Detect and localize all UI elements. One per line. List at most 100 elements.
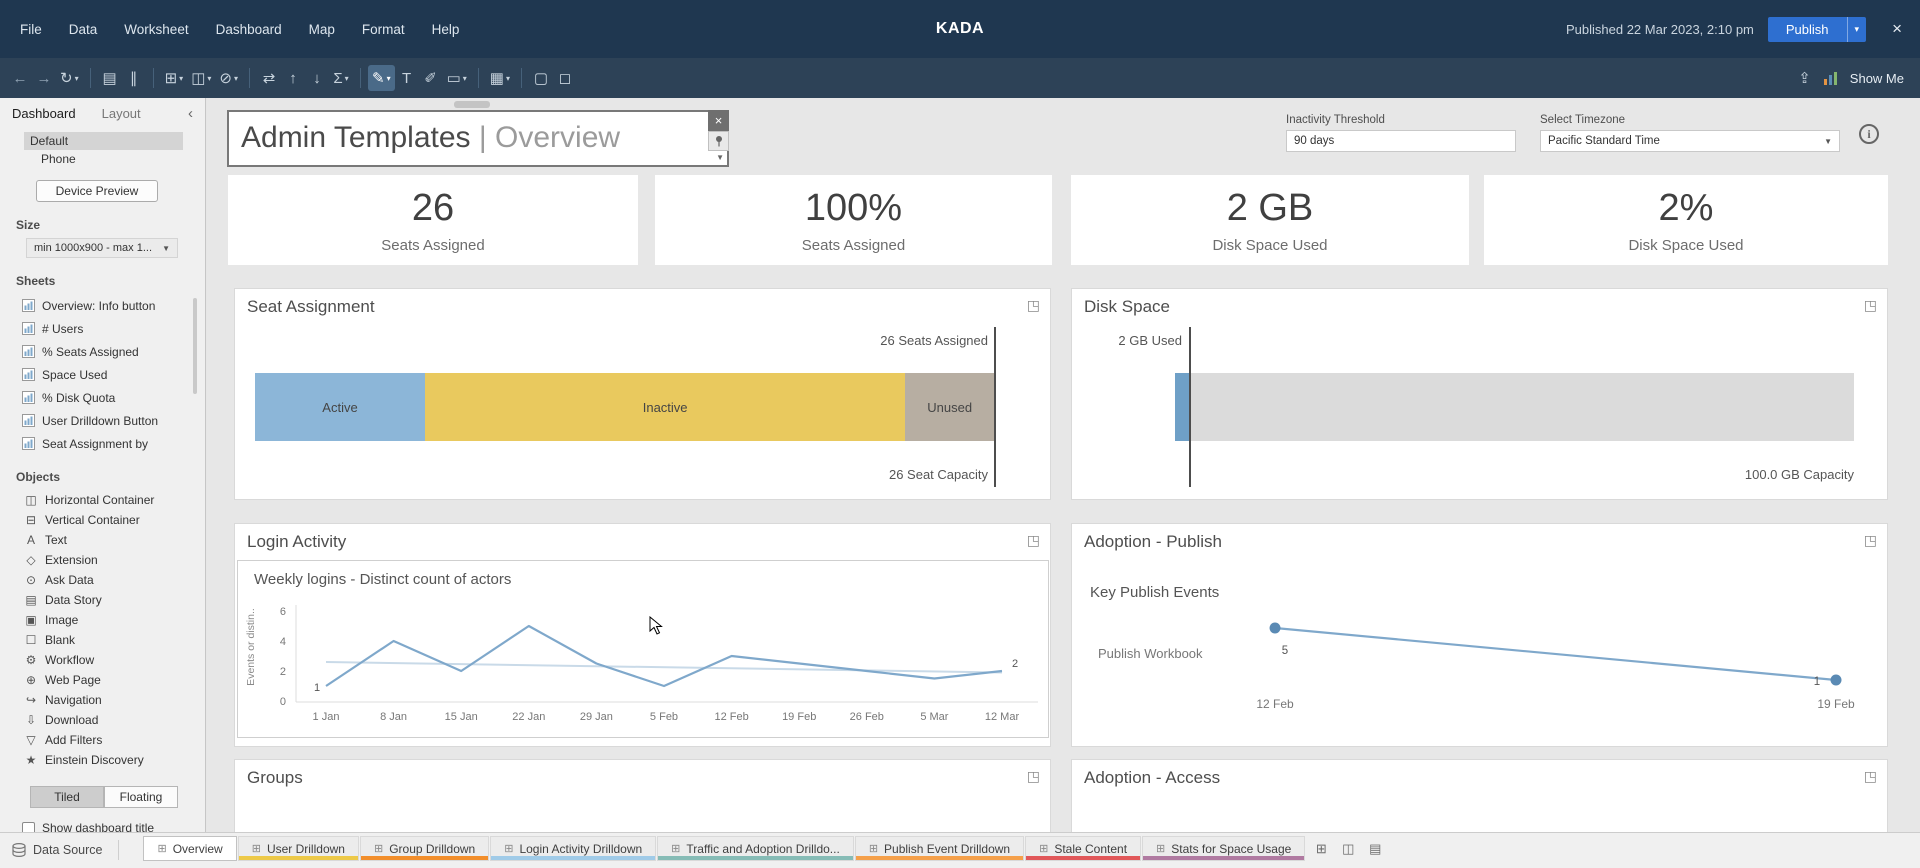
publish-button[interactable]: Publish [1768,17,1847,42]
dashboard-title-object[interactable]: Admin Templates | Overview × ▼ [227,110,729,167]
remove-object-icon[interactable]: × [708,110,729,131]
kpi-card-seats-assigned-pct[interactable]: 100% Seats Assigned [655,175,1052,265]
sheet-item-seat-assignment-by[interactable]: Seat Assignment by [0,432,205,454]
device-item-default[interactable]: Default [24,132,183,150]
size-select[interactable]: min 1000x900 - max 1... ▼ [26,238,178,258]
menu-worksheet[interactable]: Worksheet [124,22,188,37]
menu-format[interactable]: Format [362,22,405,37]
device-preview-toolbar-icon[interactable]: ▢ [529,65,553,91]
sort-ascending-icon[interactable]: ↑ [281,65,305,91]
object-item-add-filters[interactable]: ▽Add Filters [0,730,205,750]
object-item-ask-data[interactable]: ⊙Ask Data [0,570,205,590]
object-item-workflow[interactable]: ⚙Workflow [0,650,205,670]
container-drag-handle[interactable] [454,101,490,108]
clear-sheet-icon[interactable]: ⊘▾ [215,65,242,91]
object-item-horizontal-container[interactable]: ◫Horizontal Container [0,490,205,510]
info-icon[interactable]: i [1859,124,1879,144]
sheets-scrollbar[interactable] [193,298,197,394]
new-story-icon[interactable]: ▤ [1363,837,1387,860]
adoption-publish-panel[interactable]: Adoption - Publish ◳ Key Publish Events … [1071,523,1888,747]
sheet-item-seats-assigned[interactable]: % Seats Assigned [0,340,205,363]
tab-stale-content[interactable]: ⊞Stale Content [1025,836,1141,861]
inactivity-threshold-input[interactable]: 90 days [1286,130,1516,152]
new-worksheet-icon[interactable]: ⊞ [1309,837,1333,860]
go-to-sheet-icon[interactable]: ◳ [1864,768,1877,785]
seat-segment-active[interactable]: Active [255,373,425,441]
seat-assignment-panel[interactable]: Seat Assignment ◳ 26 Seats Assigned Acti… [234,288,1051,500]
device-preview-button[interactable]: Device Preview [36,180,158,202]
tab-publish-event-drilldown[interactable]: ⊞Publish Event Drilldown [855,836,1024,861]
dashboard-canvas[interactable]: Admin Templates | Overview × ▼ Inactivit… [207,98,1920,832]
menu-map[interactable]: Map [309,22,335,37]
object-item-einstein-discovery[interactable]: ★Einstein Discovery [0,750,205,770]
show-mark-labels-icon[interactable]: T [395,65,419,91]
timezone-select[interactable]: Pacific Standard Time ▼ [1540,130,1840,152]
kpi-card-seats-assigned-count[interactable]: 26 Seats Assigned [228,175,638,265]
show-me-button[interactable]: Show Me [1850,71,1904,86]
sheet-item-user-drilldown-button[interactable]: User Drilldown Button [0,409,205,432]
go-to-sheet-icon[interactable]: ◳ [1027,532,1040,549]
tiled-button[interactable]: Tiled [30,786,104,808]
new-dashboard-icon[interactable]: ◫ [1336,837,1360,860]
object-item-blank[interactable]: ☐Blank [0,630,205,650]
kpi-card-disk-used-gb[interactable]: 2 GB Disk Space Used [1071,175,1469,265]
seat-segment-inactive[interactable]: Inactive [425,373,905,441]
pin-icon[interactable] [708,131,729,151]
object-item-text[interactable]: AText [0,530,205,550]
undo-icon[interactable]: ← [8,65,32,91]
tab-layout[interactable]: Layout [102,106,141,121]
kpi-card-disk-used-pct[interactable]: 2% Disk Space Used [1484,175,1888,265]
object-item-vertical-container[interactable]: ⊟Vertical Container [0,510,205,530]
sheet-item-overview-info-button[interactable]: Overview: Info button [0,294,205,317]
tab-overview[interactable]: ⊞Overview [143,836,236,861]
object-item-download[interactable]: ⇩Download [0,710,205,730]
disk-space-panel[interactable]: Disk Space ◳ 2 GB Used 100.0 GB Capacity [1071,288,1888,500]
sheet-item-users[interactable]: # Users [0,317,205,340]
tab-dashboard[interactable]: Dashboard [12,106,76,121]
object-item-navigation[interactable]: ↪Navigation [0,690,205,710]
duplicate-icon[interactable]: ◫▾ [187,65,215,91]
menu-dashboard[interactable]: Dashboard [216,22,282,37]
login-line-chart-svg[interactable]: 02461 Jan8 Jan15 Jan22 Jan29 Jan5 Feb12 … [238,561,1048,737]
replay-icon[interactable]: ↻▾ [56,65,83,91]
object-menu-caret-icon[interactable]: ▼ [716,153,724,162]
sheet-item-space-used[interactable]: Space Used [0,363,205,386]
redo-icon[interactable]: → [32,65,56,91]
data-source-tab[interactable]: Data Source [0,833,118,867]
menu-help[interactable]: Help [432,22,460,37]
seat-segment-unused[interactable]: Unused [905,373,994,441]
publish-events-line-chart-svg[interactable]: 5112 Feb19 Feb [1072,524,1887,746]
collapse-sidebar-icon[interactable]: ‹ [188,105,193,122]
refresh-data-icon[interactable]: ▤ [98,65,122,91]
go-to-sheet-icon[interactable]: ◳ [1027,297,1040,314]
pause-updates-icon[interactable]: ∥ [122,65,146,91]
tab-traffic-and-adoption-drilldo[interactable]: ⊞Traffic and Adoption Drilldo... [657,836,854,861]
close-icon[interactable]: × [1892,19,1902,39]
object-item-image[interactable]: ▣Image [0,610,205,630]
tab-group-drilldown[interactable]: ⊞Group Drilldown [360,836,489,861]
tab-stats-for-space-usage[interactable]: ⊞Stats for Space Usage [1142,836,1305,861]
publish-dropdown-icon[interactable]: ▾ [1847,17,1867,42]
disk-used-segment[interactable] [1175,373,1189,441]
highlight-icon[interactable]: ✎▾ [368,65,395,91]
menu-data[interactable]: Data [69,22,98,37]
tab-user-drilldown[interactable]: ⊞User Drilldown [238,836,359,861]
new-worksheet-toolbar-icon[interactable]: ⊞▾ [161,65,188,91]
menu-file[interactable]: File [20,22,42,37]
share-icon[interactable]: ⇪ [1798,69,1811,87]
totals-icon[interactable]: Σ▾ [329,65,353,91]
sheet-item-disk-quota[interactable]: % Disk Quota [0,386,205,409]
floating-button[interactable]: Floating [104,786,178,808]
presentation-mode-icon[interactable]: ◻ [553,65,577,91]
adoption-access-panel[interactable]: Adoption - Access ◳ [1071,759,1888,832]
tab-login-activity-drilldown[interactable]: ⊞Login Activity Drilldown [490,836,656,861]
fix-axes-icon[interactable]: ✐ [419,65,443,91]
go-to-sheet-icon[interactable]: ◳ [1864,297,1877,314]
login-activity-panel[interactable]: Login Activity ◳ Weekly logins - Distinc… [234,523,1051,747]
device-item-phone[interactable]: Phone [24,150,183,168]
go-to-sheet-icon[interactable]: ◳ [1027,768,1040,785]
object-item-extension[interactable]: ◇Extension [0,550,205,570]
object-item-data-story[interactable]: ▤Data Story [0,590,205,610]
object-item-web-page[interactable]: ⊕Web Page [0,670,205,690]
login-activity-chart[interactable]: Weekly logins - Distinct count of actors… [237,560,1049,738]
